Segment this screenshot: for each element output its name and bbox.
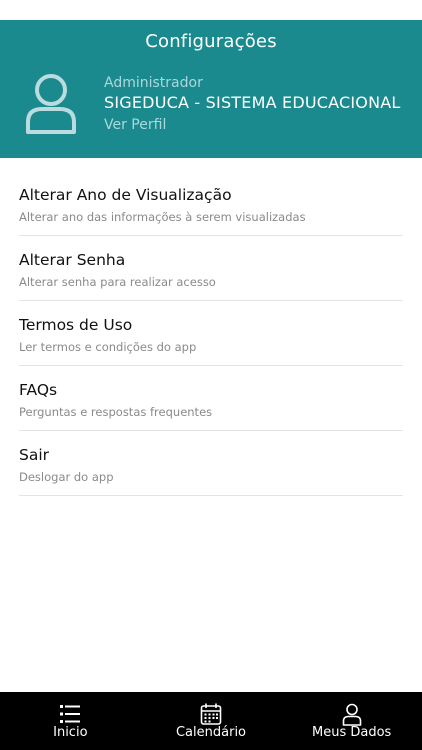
nav-label: Meus Dados (312, 725, 392, 740)
settings-item-title: Termos de Uso (19, 316, 133, 334)
settings-item-title: Alterar Senha (19, 251, 126, 269)
profile-name: SIGEDUCA - SISTEMA EDUCACIONAL (104, 93, 401, 112)
calendar-icon (200, 703, 222, 725)
nav-label: Inicio (53, 725, 88, 740)
settings-item-change-password[interactable]: Alterar Senha Alterar senha para realiza… (19, 236, 403, 301)
settings-item-terms[interactable]: Termos de Uso Ler termos e condições do … (19, 301, 403, 366)
settings-item-faqs[interactable]: FAQs Perguntas e respostas frequentes (19, 366, 403, 431)
settings-list: Alterar Ano de Visualização Alterar ano … (19, 171, 403, 496)
nav-item-calendario[interactable]: Calendário (141, 692, 282, 750)
nav-item-meus-dados[interactable]: Meus Dados (281, 692, 422, 750)
user-icon (342, 703, 361, 726)
page-title: Configurações (145, 31, 277, 52)
nav-label: Calendário (175, 725, 247, 740)
header: Configurações Administrador SIGEDUCA - S… (0, 20, 422, 158)
status-bar (0, 0, 422, 20)
settings-item-logout[interactable]: Sair Deslogar do app (19, 431, 403, 496)
bottom-nav: Inicio Calendário Meus Dados (0, 692, 422, 750)
settings-item-subtitle: Deslogar do app (19, 470, 114, 484)
settings-item-subtitle: Ler termos e condições do app (19, 340, 197, 354)
settings-item-change-year[interactable]: Alterar Ano de Visualização Alterar ano … (19, 171, 403, 236)
settings-item-title: Sair (19, 446, 50, 464)
user-icon (26, 74, 76, 134)
profile-role: Administrador (104, 75, 203, 91)
settings-item-subtitle: Alterar senha para realizar acesso (19, 275, 216, 289)
settings-item-subtitle: Alterar ano das informações à serem visu… (19, 210, 306, 224)
settings-item-subtitle: Perguntas e respostas frequentes (19, 405, 213, 419)
view-profile-link[interactable]: Ver Perfil (104, 117, 166, 133)
list-icon (60, 705, 81, 723)
settings-item-title: Alterar Ano de Visualização (19, 186, 232, 204)
nav-item-inicio[interactable]: Inicio (0, 692, 141, 750)
settings-item-title: FAQs (19, 381, 58, 399)
